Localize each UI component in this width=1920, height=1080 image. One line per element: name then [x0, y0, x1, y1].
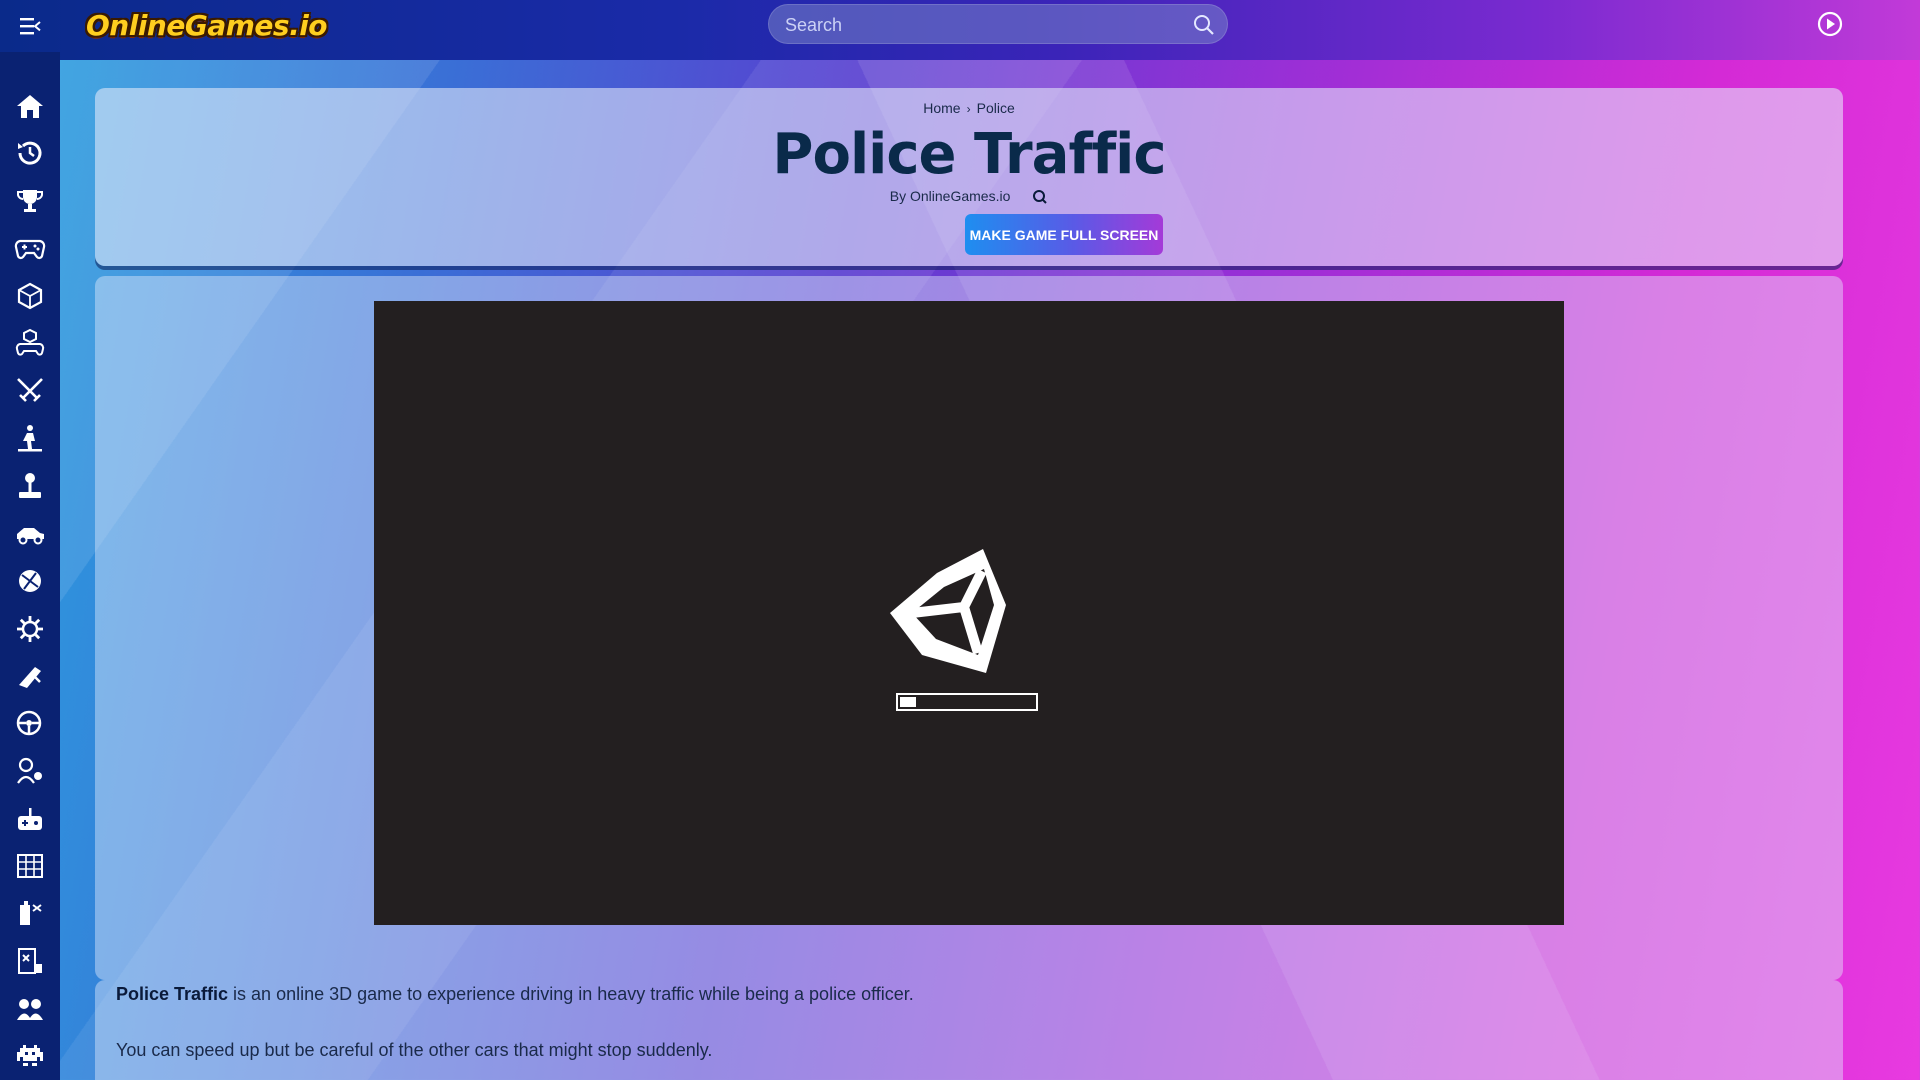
description-paragraph-2: You can speed up but be careful of the o…: [116, 1040, 713, 1060]
game-header-card: Home › Police Police Traffic By OnlineGame…: [95, 88, 1843, 266]
sidebar-item-retro[interactable]: [0, 1033, 60, 1080]
game-card: [95, 276, 1843, 980]
search-icon[interactable]: [1032, 189, 1048, 205]
board-game-icon: [18, 948, 42, 975]
home-icon: [17, 94, 43, 118]
fullscreen-button[interactable]: MAKE GAME FULL SCREEN: [965, 214, 1163, 255]
kids-icon: [17, 758, 42, 784]
sidebar-item-home[interactable]: [0, 82, 60, 130]
game-name-bold: Police Traffic: [116, 984, 229, 1004]
sidebar-item-strategy[interactable]: [0, 605, 60, 653]
sidebar-item-sports[interactable]: [0, 557, 60, 605]
gamepad-icon: [14, 240, 46, 260]
sidebar-item-action[interactable]: [0, 367, 60, 415]
sidebar-item-shooter[interactable]: [0, 652, 60, 700]
sidebar-item-arcade[interactable]: [0, 795, 60, 843]
adventure-icon: [18, 425, 42, 452]
sidebar-item-building[interactable]: [0, 843, 60, 891]
play-circle-icon[interactable]: [1816, 10, 1844, 38]
breadcrumb-category-link[interactable]: Police: [977, 100, 1015, 116]
sidebar-item-adventure[interactable]: [0, 415, 60, 463]
description-text-1: is an online 3D game to experience drivi…: [228, 984, 914, 1004]
sidebar-item-racing[interactable]: [0, 510, 60, 558]
joystick-icon: [19, 473, 41, 499]
menu-button[interactable]: [0, 0, 60, 52]
search-bar: [768, 4, 1228, 45]
game-frame[interactable]: [374, 301, 1564, 925]
sidebar-item-controller[interactable]: [0, 320, 60, 368]
page-title: Police Traffic: [772, 122, 1166, 187]
sidebar-item-driving[interactable]: [0, 700, 60, 748]
loading-progress-fill: [900, 697, 916, 707]
racing-icon: [17, 527, 44, 545]
search-icon[interactable]: [1193, 14, 1215, 36]
crossed-swords-icon: [17, 378, 43, 402]
trophy-icon: [17, 189, 43, 212]
dice-icon: [17, 282, 43, 310]
history-icon: [18, 141, 42, 165]
sports-icon: [19, 570, 41, 593]
loading-progress-bar: [896, 693, 1038, 711]
byline: By OnlineGames.io: [95, 188, 1843, 205]
search-input[interactable]: [785, 5, 1165, 45]
top-bar: OnlineGames.io: [0, 0, 1920, 60]
description-card: Police Traffic is an online 3D game to e…: [95, 980, 1843, 1080]
sidebar-item-puzzle[interactable]: [0, 890, 60, 938]
sidebar-item-gamepad[interactable]: [0, 225, 60, 273]
author-text: By OnlineGames.io: [889, 188, 1011, 204]
sidebar-item-dice[interactable]: [0, 272, 60, 320]
building-icon: [17, 854, 43, 879]
sidebar-item-trophy[interactable]: [0, 177, 60, 225]
sidebar-item-kids[interactable]: [0, 747, 60, 795]
site-logo[interactable]: OnlineGames.io: [86, 6, 328, 46]
space-invader-icon: [17, 1045, 43, 1067]
menu-icon: [20, 18, 41, 35]
shooter-icon: [19, 667, 41, 689]
sidebar-item-history[interactable]: [0, 130, 60, 178]
breadcrumb-home-link[interactable]: Home: [923, 100, 960, 116]
sidebar-item-board[interactable]: [0, 938, 60, 986]
arcade-icon: [18, 807, 42, 830]
breadcrumb: Home › Police: [95, 100, 1843, 116]
breadcrumb-separator: ›: [966, 102, 971, 116]
sidebar-item-multiplayer[interactable]: [0, 985, 60, 1033]
controller-icon: [15, 329, 45, 356]
unity-logo-icon: [890, 549, 1006, 673]
puzzle-icon: [20, 900, 42, 925]
multiplayer-icon: [17, 998, 43, 1020]
sidebar: [0, 52, 60, 1080]
description-paragraph-1: Police Traffic is an online 3D game to e…: [116, 984, 914, 1005]
sidebar-item-joystick[interactable]: [0, 462, 60, 510]
gear-icon: [17, 615, 43, 642]
steering-wheel-icon: [16, 710, 42, 735]
